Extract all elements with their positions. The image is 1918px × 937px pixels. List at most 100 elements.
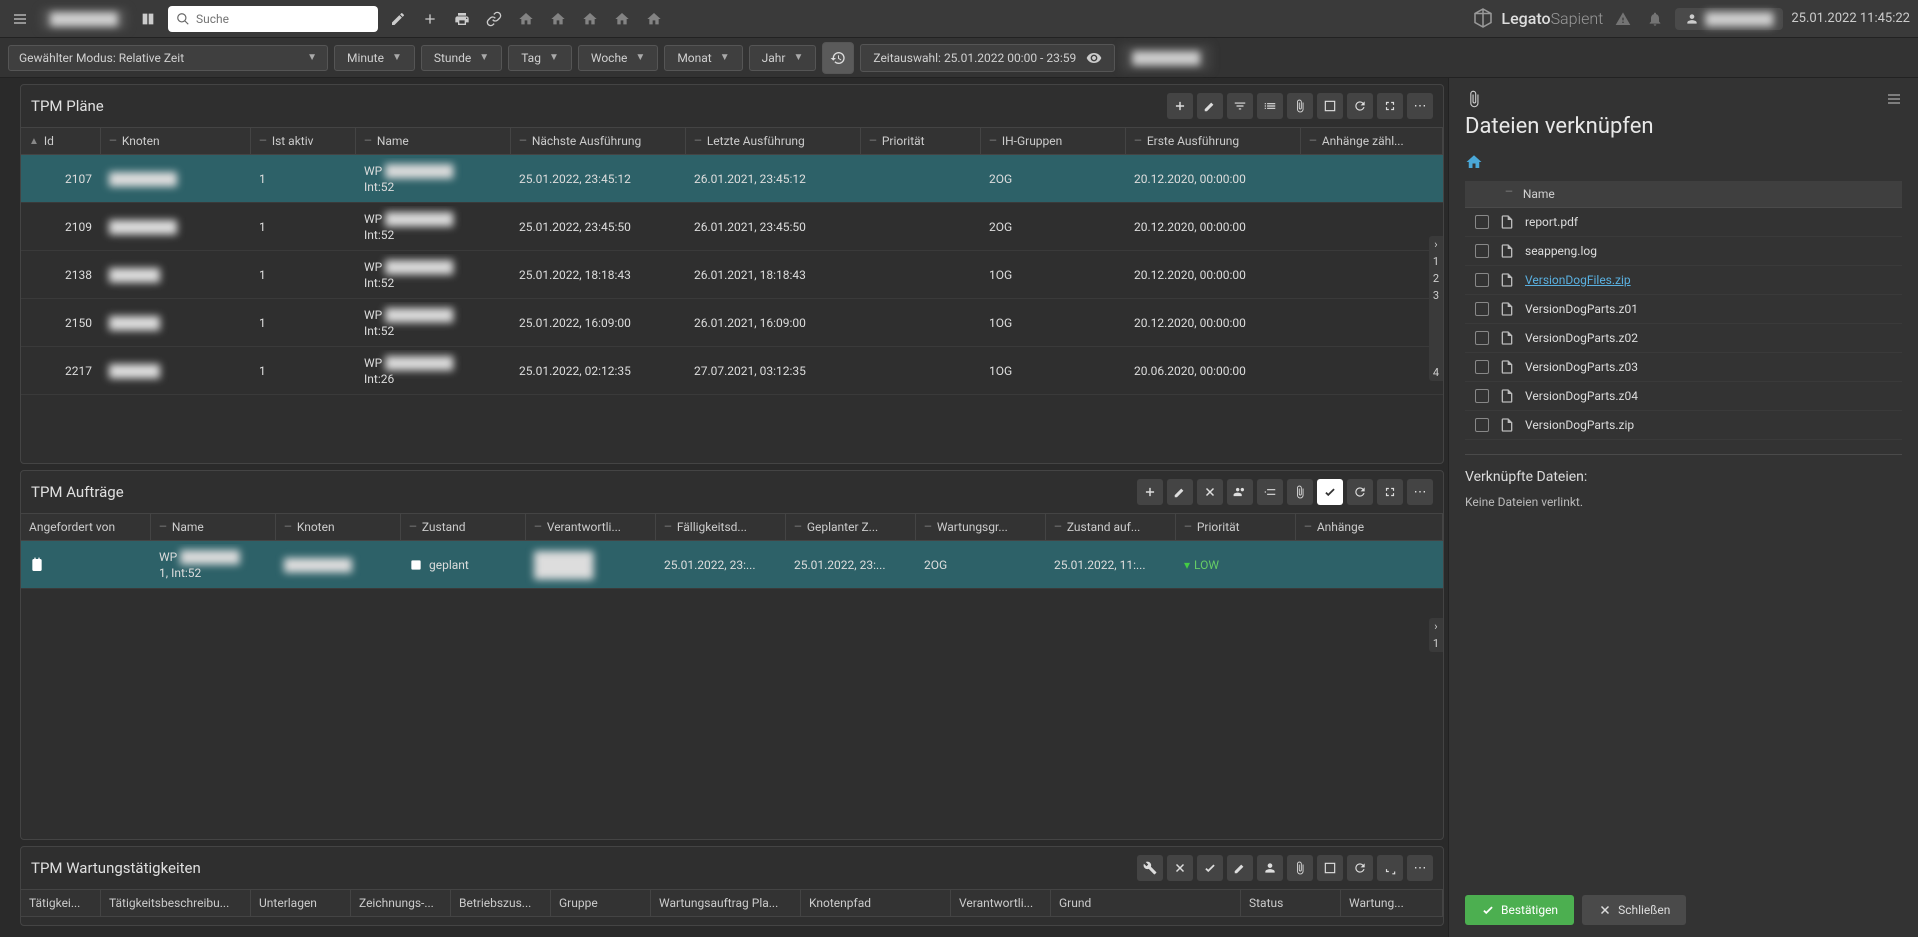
fullscreen-button[interactable] — [1377, 93, 1403, 119]
fullscreen-button[interactable] — [1377, 855, 1403, 881]
search-input[interactable] — [196, 12, 370, 26]
edit-button[interactable] — [1167, 479, 1193, 505]
pager[interactable]: ›1 — [1429, 618, 1443, 652]
bell-icon[interactable] — [1643, 7, 1667, 31]
attach-icon[interactable] — [1465, 90, 1483, 108]
link-icon[interactable] — [482, 7, 506, 31]
add-button[interactable] — [1167, 93, 1193, 119]
attach-button[interactable] — [1287, 479, 1313, 505]
file-row[interactable]: VersionDogParts.z01 — [1465, 295, 1902, 324]
edit-button[interactable] — [1197, 93, 1223, 119]
table-row[interactable]: 2107 ████████ 1 WP ████████Int:52 25.01.… — [21, 155, 1443, 203]
home-icon[interactable] — [1465, 153, 1902, 171]
add-button[interactable] — [1137, 479, 1163, 505]
file-name: seappeng.log — [1525, 244, 1597, 258]
check-button[interactable] — [1317, 479, 1343, 505]
table-row[interactable]: 2138 ██████ 1 WP ████████Int:52 25.01.20… — [21, 251, 1443, 299]
home-icon-2[interactable] — [546, 7, 570, 31]
edit-button[interactable] — [1227, 855, 1253, 881]
persons-button[interactable] — [1227, 479, 1253, 505]
expand-button[interactable] — [1317, 93, 1343, 119]
file-icon — [1499, 359, 1515, 375]
table-row[interactable]: 2150 ██████ 1 WP ████████Int:52 25.01.20… — [21, 299, 1443, 347]
add-icon[interactable] — [418, 7, 442, 31]
unit-stunde[interactable]: Stunde▼ — [421, 45, 502, 71]
book-icon[interactable] — [136, 7, 160, 31]
panel-tpm-wartung: TPM Wartungstätigkeiten ⋯ Tätigkei... Tä… — [20, 846, 1444, 926]
confirm-button[interactable]: Bestätigen — [1465, 895, 1574, 925]
table-row[interactable]: 2109 ████████ 1 WP ████████Int:52 25.01.… — [21, 203, 1443, 251]
search-icon — [176, 12, 190, 26]
more-button[interactable]: ⋯ — [1407, 479, 1433, 505]
list-button[interactable] — [1257, 479, 1283, 505]
more-button[interactable]: ⋯ — [1407, 93, 1433, 119]
refresh-button[interactable] — [1347, 855, 1373, 881]
user-menu[interactable]: ████████ — [40, 8, 128, 30]
unit-minute[interactable]: Minute▼ — [334, 45, 415, 71]
menu-icon[interactable] — [8, 7, 32, 31]
close-button[interactable]: Schließen — [1582, 895, 1686, 925]
action-blur[interactable]: ████████ — [1121, 45, 1211, 71]
unit-woche[interactable]: Woche▼ — [578, 45, 658, 71]
panel-title: TPM Pläne — [31, 97, 1159, 115]
edit-icon[interactable] — [386, 7, 410, 31]
file-icon — [1499, 272, 1515, 288]
file-row[interactable]: seappeng.log — [1465, 237, 1902, 266]
refresh-button[interactable] — [1347, 93, 1373, 119]
wrench-button[interactable] — [1137, 855, 1163, 881]
home-icon-4[interactable] — [610, 7, 634, 31]
right-panel: Dateien verknüpfen — Name report.pdf sea… — [1448, 78, 1918, 937]
attach-button[interactable] — [1287, 855, 1313, 881]
home-icon[interactable] — [514, 7, 538, 31]
close-button[interactable] — [1167, 855, 1193, 881]
checkbox[interactable] — [1475, 418, 1489, 432]
file-name[interactable]: VersionDogFiles.zip — [1525, 273, 1631, 287]
history-icon[interactable] — [822, 42, 854, 74]
panel-menu-icon[interactable] — [1886, 91, 1902, 107]
check-button[interactable] — [1197, 855, 1223, 881]
user-chip[interactable]: ████████ — [1675, 8, 1783, 30]
home-icon-3[interactable] — [578, 7, 602, 31]
person-button[interactable] — [1257, 855, 1283, 881]
file-row[interactable]: report.pdf — [1465, 208, 1902, 237]
table-row[interactable]: WP ███████1, Int:52 ████████ geplant ███… — [21, 541, 1443, 589]
home-icon-5[interactable] — [642, 7, 666, 31]
expand-button[interactable] — [1317, 855, 1343, 881]
datetime: 25.01.2022 11:45:22 — [1791, 11, 1910, 26]
right-title: Dateien verknüpfen — [1465, 114, 1902, 139]
time-range[interactable]: Zeitauswahl: 25.01.2022 00:00 - 23:59 — [860, 44, 1115, 72]
checkbox[interactable] — [1475, 360, 1489, 374]
warning-icon[interactable] — [1611, 7, 1635, 31]
filter-button[interactable] — [1227, 93, 1253, 119]
brand: LegatoSapient — [1471, 7, 1603, 31]
file-row[interactable]: VersionDogParts.zip — [1465, 411, 1902, 440]
close-button[interactable] — [1197, 479, 1223, 505]
checkbox[interactable] — [1475, 215, 1489, 229]
refresh-button[interactable] — [1347, 479, 1373, 505]
checkbox[interactable] — [1475, 302, 1489, 316]
file-row[interactable]: VersionDogParts.z04 — [1465, 382, 1902, 411]
mode-dropdown[interactable]: Gewählter Modus: Relative Zeit▼ — [8, 45, 328, 71]
file-row[interactable]: VersionDogParts.z02 — [1465, 324, 1902, 353]
top-bar: ████████ LegatoSapient ████████ 25.01.20… — [0, 0, 1918, 38]
table-row[interactable]: 2217 ██████ 1 WP ████████Int:26 25.01.20… — [21, 347, 1443, 395]
panel-title: TPM Aufträge — [31, 483, 1129, 501]
unit-tag[interactable]: Tag▼ — [508, 45, 572, 71]
search-box[interactable] — [168, 6, 378, 32]
no-linked-files: Keine Dateien verlinkt. — [1465, 495, 1902, 509]
checkbox[interactable] — [1475, 273, 1489, 287]
more-button[interactable]: ⋯ — [1407, 855, 1433, 881]
file-row[interactable]: VersionDogFiles.zip — [1465, 266, 1902, 295]
unit-monat[interactable]: Monat▼ — [664, 45, 742, 71]
file-row[interactable]: VersionDogParts.z03 — [1465, 353, 1902, 382]
checkbox[interactable] — [1475, 244, 1489, 258]
fullscreen-button[interactable] — [1377, 479, 1403, 505]
unit-jahr[interactable]: Jahr▼ — [749, 45, 817, 71]
linked-files-title: Verknüpfte Dateien: — [1465, 469, 1902, 485]
pager[interactable]: ›123 4 — [1429, 236, 1443, 381]
checkbox[interactable] — [1475, 331, 1489, 345]
checkbox[interactable] — [1475, 389, 1489, 403]
print-icon[interactable] — [450, 7, 474, 31]
attach-button[interactable] — [1287, 93, 1313, 119]
list-button[interactable] — [1257, 93, 1283, 119]
